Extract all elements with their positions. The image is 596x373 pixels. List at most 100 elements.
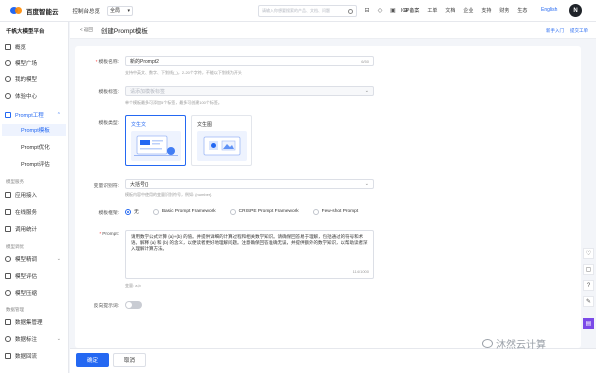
sidebar-item-label: 概览 xyxy=(15,44,27,51)
template-name-input[interactable]: 新的Prompt2 6/50 xyxy=(125,56,374,66)
sidebar-item-app-access[interactable]: 应用接入 xyxy=(5,189,67,200)
sidebar-item-my-models[interactable]: 我的模型 xyxy=(5,73,67,84)
sidebar-item-prompt-evaluate[interactable]: Prompt评估 xyxy=(2,158,66,170)
avatar[interactable]: N xyxy=(569,4,582,17)
sidebar-item-label: 模型精调 xyxy=(15,256,38,263)
sidebar-item-experience[interactable]: 体验中心 xyxy=(5,90,67,101)
console-link[interactable]: 控制台总览 xyxy=(73,7,101,15)
prompt-text: 请用数学公式计算 {a}+{b} 的值。并提供详细的计算过程和相关数学知识。请确… xyxy=(131,234,368,251)
sidebar-item-label: Prompt工程 xyxy=(15,112,44,119)
var-hint: 模板内容中使用的变量识别符号，例如: {number} xyxy=(125,192,212,197)
framework-option-label: Few-shot Prompt xyxy=(321,209,359,214)
tag-placeholder: 请添加模板标签 xyxy=(130,88,166,95)
sidebar-item-label: 我的模型 xyxy=(15,76,38,83)
cancel-button[interactable]: 取消 xyxy=(113,353,146,367)
sidebar-item-overview[interactable]: 概览 xyxy=(5,41,67,52)
framework-option-label: CRISPE Prompt Framework xyxy=(238,209,299,214)
framework-option-basic[interactable]: Basic Prompt Framework xyxy=(152,208,216,215)
sidebar-item-label: 模型压缩 xyxy=(15,290,38,297)
sidebar-item-label: 调用统计 xyxy=(15,226,38,233)
top-link-finance[interactable]: 财务 xyxy=(499,7,509,14)
sidebar-item-dataset[interactable]: 数据集管理 xyxy=(5,316,67,327)
framework-option-fewshot[interactable]: Few-shot Prompt xyxy=(312,208,359,215)
sidebar-item-label: 在线服务 xyxy=(15,209,38,216)
sidebar-item-prompt-engineering[interactable]: Prompt工程 ⌃ xyxy=(5,109,67,120)
prompt-textarea[interactable]: 请用数学公式计算 {a}+{b} 的值。并提供详细的计算过程和相关数学知识。请确… xyxy=(125,230,374,279)
prompt-icon xyxy=(5,111,11,118)
search-icon xyxy=(348,9,353,14)
message-icon[interactable]: ▣ xyxy=(390,8,396,14)
edit-icon[interactable]: ✎ xyxy=(583,296,594,307)
confirm-button[interactable]: 确定 xyxy=(76,353,109,367)
text-to-text-illustration-icon xyxy=(131,131,181,161)
prompt-counter: 114/1000 xyxy=(352,269,369,274)
sidebar: 千帆大模型平台 概览 模型广场 我的模型 体验中心 Prompt工程 ⌃ Pro… xyxy=(0,22,69,373)
heart-icon[interactable]: ♡ xyxy=(583,248,594,259)
tag-hint: 单个模板最多可添加5个标签，最多可创建100个标签。 xyxy=(125,100,222,105)
sidebar-item-online-service[interactable]: 在线服务 xyxy=(5,206,67,217)
sidebar-item-call-stats[interactable]: 调用统计 xyxy=(5,223,67,234)
radio-icon xyxy=(312,208,319,215)
sidebar-item-label: 体验中心 xyxy=(15,93,38,100)
brand[interactable]: 百度智能云 xyxy=(10,6,59,16)
sidebar-item-data-label[interactable]: 数据标注 ⌄ xyxy=(5,333,67,344)
help-icon[interactable]: ? xyxy=(583,280,594,291)
help-links: 新手入门 提交工单 xyxy=(540,28,588,34)
sidebar-item-prompt-template[interactable]: Prompt模板 xyxy=(2,124,66,136)
chat-icon[interactable]: ▢ xyxy=(583,264,594,275)
sidebar-item-model-square[interactable]: 模型广场 xyxy=(5,57,67,68)
chevron-down-icon: ⌄ xyxy=(56,335,61,342)
search-placeholder: 请输入你想要搜索的产品、文档、问题 xyxy=(262,8,330,13)
negative-prompt-toggle[interactable] xyxy=(125,301,142,309)
sidebar-item-label: 模型评估 xyxy=(15,273,38,280)
sidebar-item-fine-tune[interactable]: 模型精调 ⌄ xyxy=(5,253,67,264)
sidebar-item-label: 数据标注 xyxy=(15,336,38,343)
chevron-down-icon: ⌄ xyxy=(364,88,369,94)
template-tag-select[interactable]: 请添加模板标签 ⌄ xyxy=(125,86,374,96)
top-link-ticket[interactable]: 工单 xyxy=(427,7,437,14)
type-card-text2text[interactable]: 文生文 xyxy=(125,115,186,166)
region-select[interactable]: 全局 ▾ xyxy=(107,5,134,16)
var-identifier-select[interactable]: 大括号{} ⌄ xyxy=(125,179,374,189)
template-name-value: 新的Prompt2 xyxy=(130,58,159,65)
top-link-icp[interactable]: ICP备案 xyxy=(401,7,419,14)
framework-option-crispe[interactable]: CRISPE Prompt Framework xyxy=(229,208,299,215)
top-link-ecosystem[interactable]: 生态 xyxy=(517,7,527,14)
back-button[interactable]: < 返回 xyxy=(80,27,93,33)
type-card-text2image[interactable]: 文生图 xyxy=(191,115,252,166)
var-label: 变量识别符: xyxy=(93,184,119,189)
variables-detected: 变量: a,b xyxy=(125,283,141,288)
bell-icon[interactable]: ◇ xyxy=(377,8,383,14)
help-link-guide[interactable]: 新手入门 xyxy=(546,28,564,34)
top-link-support[interactable]: 支持 xyxy=(481,7,491,14)
label-icon xyxy=(5,335,11,342)
chevron-up-icon: ⌃ xyxy=(56,111,61,118)
tune-icon xyxy=(5,255,11,262)
reflow-icon xyxy=(5,352,11,359)
region-value: 全局 xyxy=(110,8,121,14)
sidebar-item-prompt-optimize[interactable]: Prompt优化 xyxy=(2,141,66,153)
top-links: ICP备案 工单 文档 企业 支持 财务 生态 xyxy=(401,7,535,14)
help-link-ticket[interactable]: 提交工单 xyxy=(570,28,588,34)
watermark: 沐然云计算 xyxy=(482,336,546,351)
framework-option-label: 无 xyxy=(134,210,139,215)
sidebar-item-data-reflow[interactable]: 数据回流 xyxy=(5,350,67,361)
type-card-title: 文生文 xyxy=(131,122,147,128)
sidebar-item-label: 数据回流 xyxy=(15,353,38,360)
language-switch[interactable]: English xyxy=(541,7,557,13)
cart-icon[interactable]: ⊟ xyxy=(364,8,370,14)
sidebar-section-service: 模型服务 xyxy=(6,179,24,184)
compress-icon xyxy=(5,289,11,296)
var-identifier-value: 大括号{} xyxy=(130,181,149,188)
chevron-down-icon: ⌄ xyxy=(364,181,369,187)
framework-option-none[interactable]: 无 xyxy=(125,208,139,215)
sidebar-item-model-compress[interactable]: 模型压缩 xyxy=(5,287,67,298)
search-input[interactable]: 请输入你想要搜索的产品、文档、问题 xyxy=(258,5,357,17)
sidebar-item-label: 应用接入 xyxy=(15,192,38,199)
ai-assistant-icon[interactable]: ▤ xyxy=(583,318,594,329)
top-link-docs[interactable]: 文档 xyxy=(445,7,455,14)
top-link-enterprise[interactable]: 企业 xyxy=(463,7,473,14)
sidebar-item-model-eval[interactable]: 模型评估 xyxy=(5,270,67,281)
cube-icon xyxy=(5,59,11,66)
chevron-down-icon: ▾ xyxy=(127,7,131,14)
